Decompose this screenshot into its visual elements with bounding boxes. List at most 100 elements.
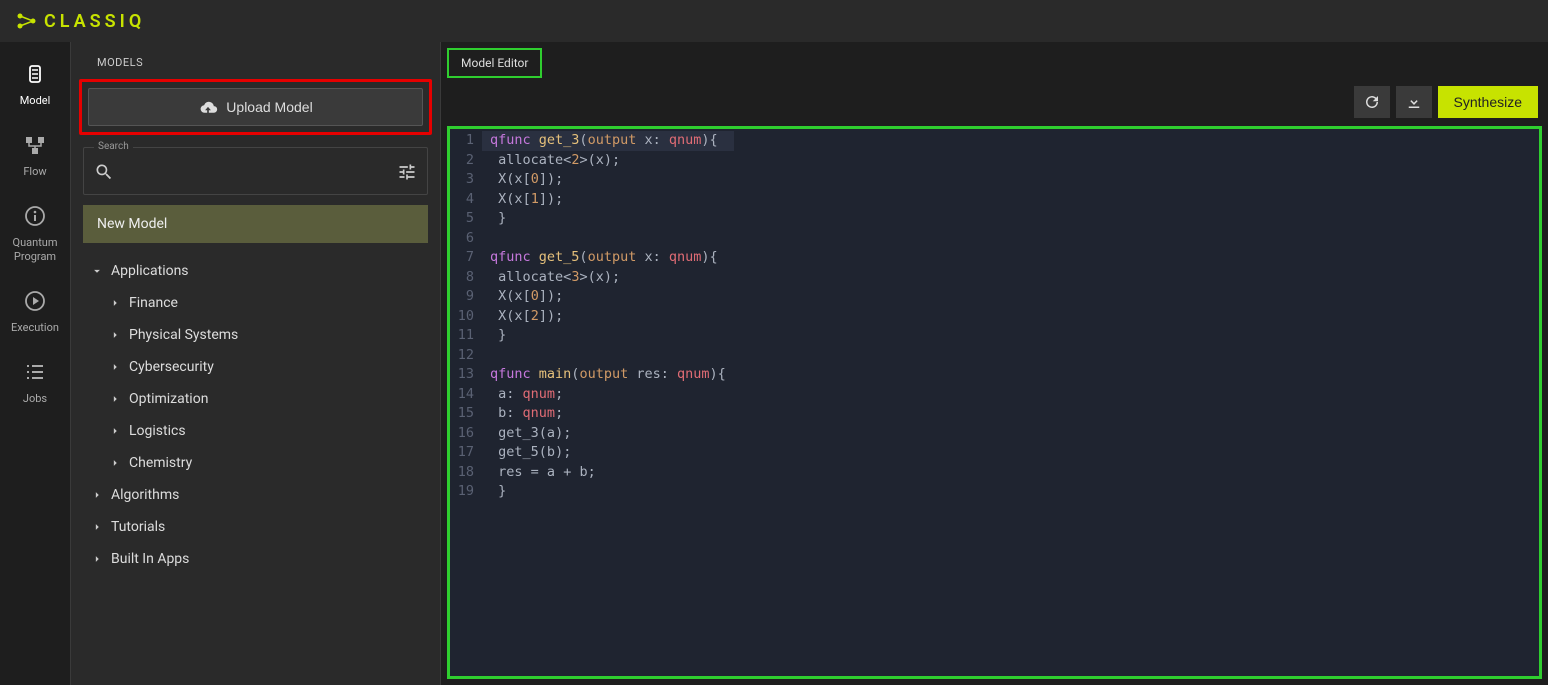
cloud-upload-icon	[198, 99, 218, 115]
line-number: 10	[450, 307, 474, 327]
side-nav-label: Model	[20, 94, 51, 107]
code-line[interactable]: b: qnum;	[490, 404, 726, 424]
line-number: 5	[450, 209, 474, 229]
side-nav-label: Execution	[11, 321, 59, 334]
code-line[interactable]: }	[490, 209, 726, 229]
line-number: 15	[450, 404, 474, 424]
logo-mark-icon	[16, 12, 38, 30]
line-number: 19	[450, 482, 474, 502]
models-panel: MODELS Upload Model Search New Model	[71, 42, 441, 685]
tree-item-physical-systems[interactable]: Physical Systems	[83, 319, 428, 351]
refresh-icon	[1363, 93, 1381, 111]
tree-label: Optimization	[129, 391, 208, 407]
model-tree: Applications Finance Physical Systems Cyber…	[79, 255, 432, 575]
line-number: 12	[450, 346, 474, 366]
line-number: 17	[450, 443, 474, 463]
upload-model-button[interactable]: Upload Model	[88, 88, 423, 126]
chevron-right-icon	[89, 552, 105, 566]
tree-label: Chemistry	[129, 455, 192, 471]
tree-item-optimization[interactable]: Optimization	[83, 383, 428, 415]
chevron-down-icon	[89, 264, 105, 278]
filter-icon[interactable]	[397, 162, 417, 182]
model-icon	[21, 60, 49, 88]
tree-item-cybersecurity[interactable]: Cybersecurity	[83, 351, 428, 383]
tree-item-tutorials[interactable]: Tutorials	[83, 511, 428, 543]
search-icon[interactable]	[94, 162, 114, 182]
line-number: 14	[450, 385, 474, 405]
tree-label: Physical Systems	[129, 327, 238, 343]
info-icon	[21, 202, 49, 230]
code-line[interactable]	[490, 346, 726, 366]
chevron-right-icon	[107, 456, 123, 470]
chevron-right-icon	[107, 360, 123, 374]
download-button[interactable]	[1396, 86, 1432, 118]
code-line[interactable]: qfunc get_5(output x: qnum){	[490, 248, 726, 268]
line-number: 9	[450, 287, 474, 307]
code-line[interactable]: qfunc main(output res: qnum){	[490, 365, 726, 385]
new-model-label: New Model	[97, 216, 167, 232]
code-content[interactable]: qfunc get_3(output x: qnum){ allocate<2>…	[482, 129, 734, 676]
side-nav-label: QuantumProgram	[13, 236, 58, 262]
line-number: 11	[450, 326, 474, 346]
upload-highlight-box: Upload Model	[79, 79, 432, 135]
editor-tabs: Model Editor	[441, 42, 1548, 78]
code-line[interactable]	[490, 229, 726, 249]
tree-item-algorithms[interactable]: Algorithms	[83, 479, 428, 511]
code-line[interactable]: allocate<3>(x);	[490, 268, 726, 288]
brand-logo: CLASSIQ	[16, 11, 145, 32]
line-number: 16	[450, 424, 474, 444]
tree-item-chemistry[interactable]: Chemistry	[83, 447, 428, 479]
code-line[interactable]: }	[490, 326, 726, 346]
tree-item-logistics[interactable]: Logistics	[83, 415, 428, 447]
tab-model-editor[interactable]: Model Editor	[447, 48, 542, 78]
code-line[interactable]: X(x[0]);	[490, 287, 726, 307]
side-nav-quantum-program[interactable]: QuantumProgram	[0, 202, 70, 262]
tree-item-built-in-apps[interactable]: Built In Apps	[83, 543, 428, 575]
tree-label: Logistics	[129, 423, 186, 439]
synthesize-button[interactable]: Synthesize	[1438, 86, 1538, 118]
line-number-gutter: 12345678910111213141516171819	[450, 129, 482, 676]
tree-label: Cybersecurity	[129, 359, 214, 375]
line-number: 3	[450, 170, 474, 190]
editor-toolbar: Synthesize	[441, 78, 1548, 126]
code-line[interactable]: X(x[1]);	[490, 190, 726, 210]
side-nav-model[interactable]: Model	[0, 60, 70, 107]
tab-label: Model Editor	[461, 56, 528, 70]
download-icon	[1405, 93, 1423, 111]
new-model-item[interactable]: New Model	[83, 205, 428, 243]
side-nav-execution[interactable]: Execution	[0, 287, 70, 334]
list-icon	[21, 358, 49, 386]
code-line[interactable]: qfunc get_3(output x: qnum){	[482, 131, 734, 151]
tree-item-applications[interactable]: Applications	[83, 255, 428, 287]
side-nav-jobs[interactable]: Jobs	[0, 358, 70, 405]
play-icon	[21, 287, 49, 315]
tree-label: Finance	[129, 295, 178, 311]
side-nav-label: Flow	[23, 165, 46, 178]
code-editor[interactable]: 12345678910111213141516171819 qfunc get_…	[447, 126, 1542, 679]
refresh-button[interactable]	[1354, 86, 1390, 118]
panel-header: MODELS	[79, 42, 432, 77]
code-line[interactable]: allocate<2>(x);	[490, 151, 726, 171]
upload-model-label: Upload Model	[226, 99, 312, 115]
chevron-right-icon	[107, 392, 123, 406]
code-line[interactable]: X(x[2]);	[490, 307, 726, 327]
app-header: CLASSIQ	[0, 0, 1548, 42]
code-line[interactable]: get_3(a);	[490, 424, 726, 444]
line-number: 6	[450, 229, 474, 249]
tree-item-finance[interactable]: Finance	[83, 287, 428, 319]
code-line[interactable]: }	[490, 482, 726, 502]
code-line[interactable]: get_5(b);	[490, 443, 726, 463]
line-number: 1	[450, 131, 474, 151]
search-box: Search	[83, 147, 428, 195]
code-line[interactable]: X(x[0]);	[490, 170, 726, 190]
code-line[interactable]: res = a + b;	[490, 463, 726, 483]
chevron-right-icon	[107, 328, 123, 342]
chevron-right-icon	[107, 424, 123, 438]
search-label: Search	[94, 141, 133, 152]
code-line[interactable]: a: qnum;	[490, 385, 726, 405]
line-number: 13	[450, 365, 474, 385]
line-number: 18	[450, 463, 474, 483]
side-nav-flow[interactable]: Flow	[0, 131, 70, 178]
chevron-right-icon	[107, 296, 123, 310]
line-number: 2	[450, 151, 474, 171]
